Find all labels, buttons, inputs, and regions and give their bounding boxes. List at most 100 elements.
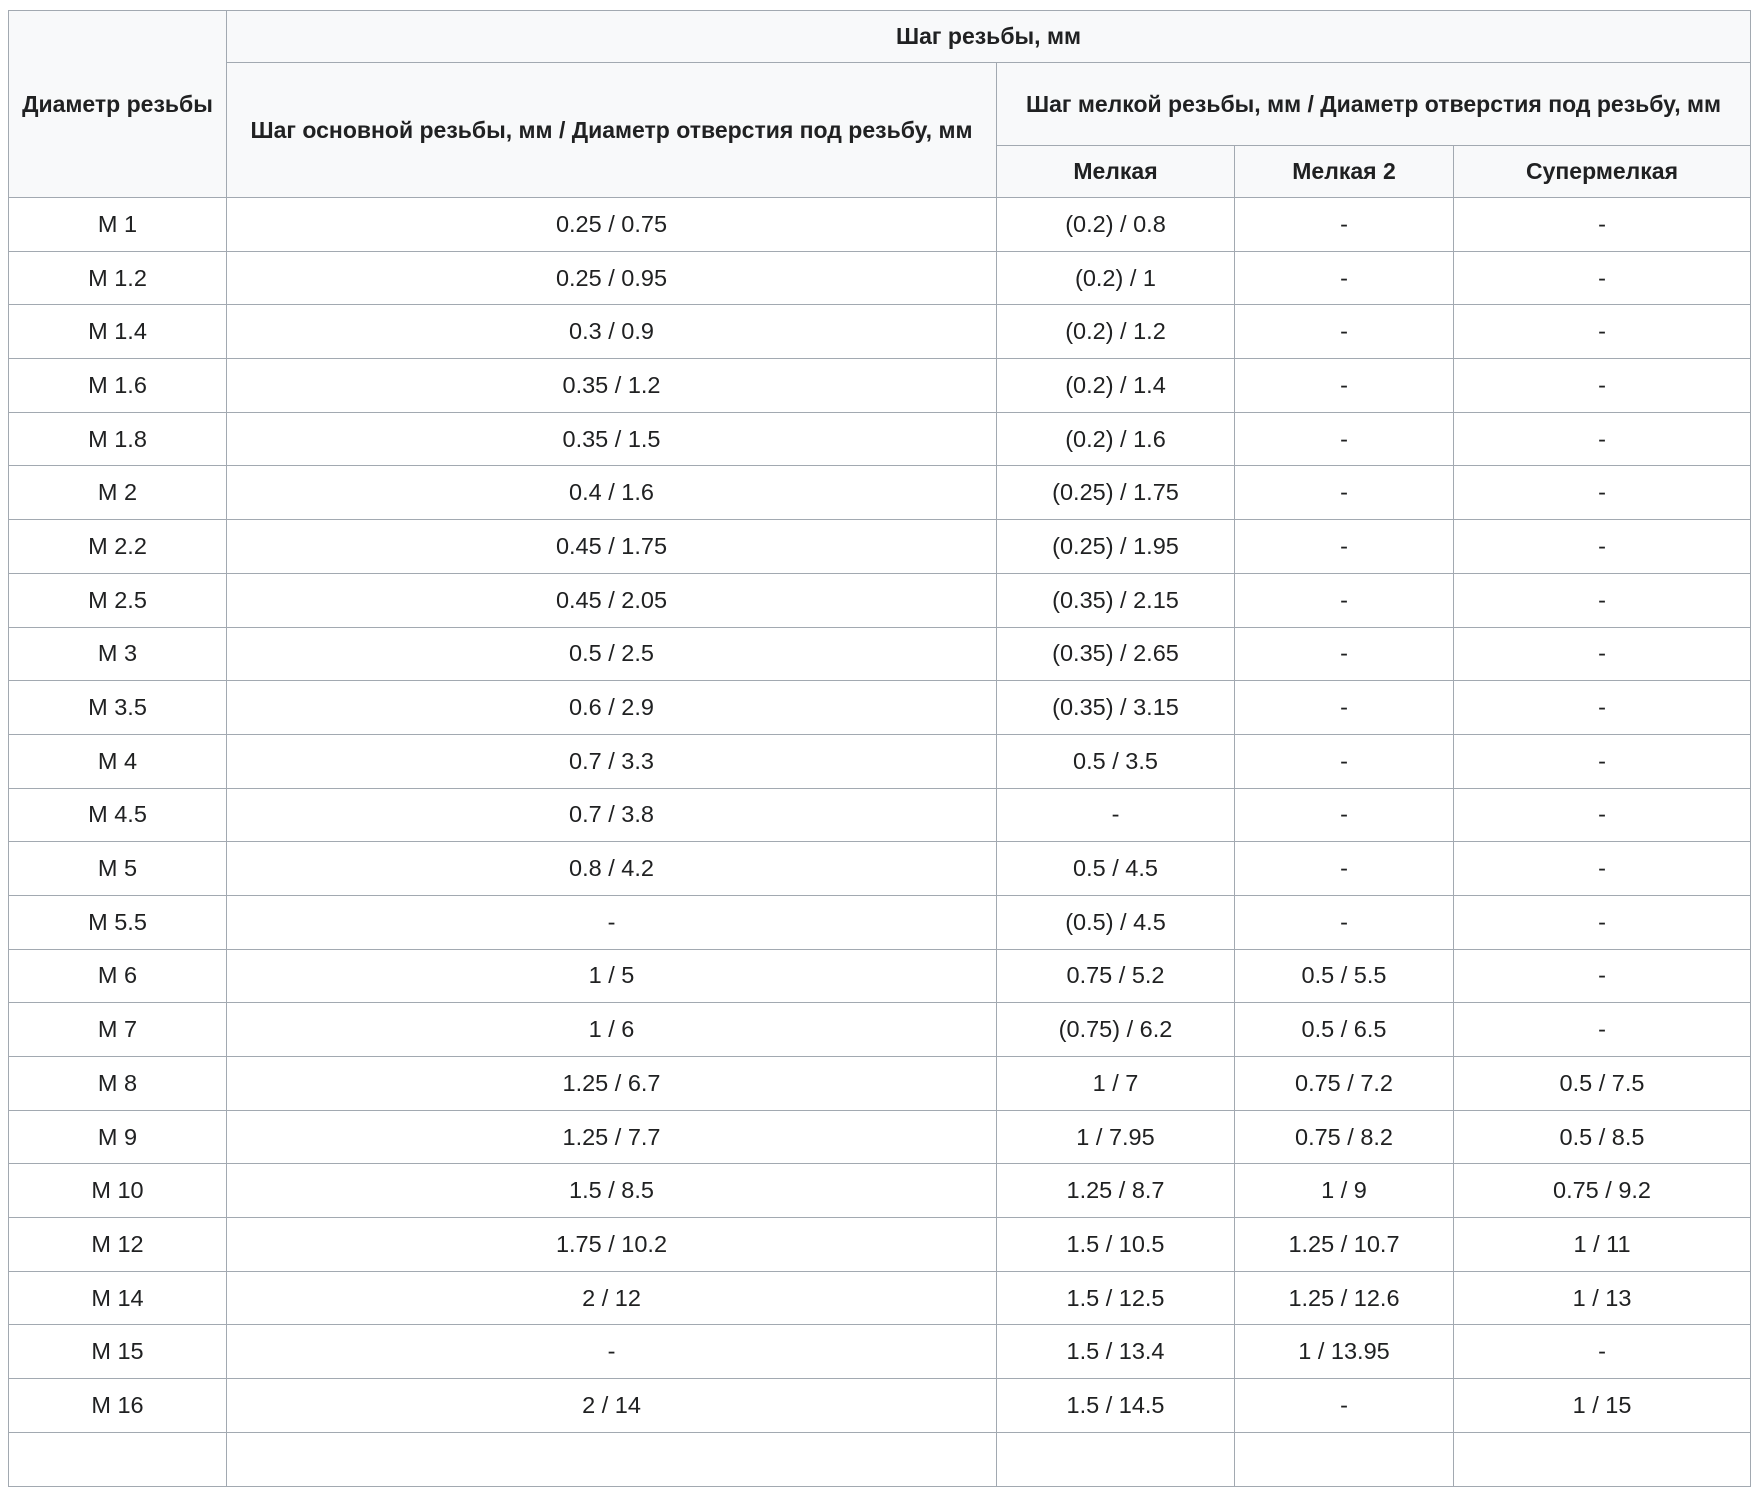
cell-fine-1: 1.5 / 12.5 bbox=[996, 1270, 1235, 1326]
cell-fine-2: - bbox=[1234, 894, 1454, 950]
cell-fine-2: - bbox=[1234, 787, 1454, 843]
cell-coarse: 1 / 5 bbox=[226, 948, 997, 1004]
table-header: Диаметр резьбы Шаг резьбы, мм Шаг основн… bbox=[8, 10, 1752, 198]
cell-fine-1: - bbox=[996, 787, 1235, 843]
header-coarse-pitch: Шаг основной резьбы, мм / Диаметр отверс… bbox=[226, 62, 997, 198]
cell-coarse: 0.25 / 0.95 bbox=[226, 250, 997, 306]
cell-coarse bbox=[226, 1431, 997, 1487]
cell-diameter: М 1 bbox=[8, 197, 227, 252]
cell-fine-1: 1.5 / 13.4 bbox=[996, 1324, 1235, 1380]
cell-diameter: М 8 bbox=[8, 1056, 227, 1111]
table-body: М 1 0.25 / 0.75 (0.2) / 0.8- - М 1.2 0.25 / 0… bbox=[8, 197, 1752, 1487]
table-row: М 16 2 / 14 1.5 / 14.5-1 / 15 bbox=[8, 1378, 1752, 1433]
cell-superfine: 1 / 13 bbox=[1452, 1270, 1752, 1326]
table-row: М 2 0.4 / 1.6 (0.25) / 1.75- - bbox=[8, 465, 1752, 521]
table-row: М 3 0.5 / 2.5 (0.35) / 2.65- - bbox=[8, 626, 1752, 682]
cell-fine-1: (0.5) / 4.5 bbox=[996, 894, 1235, 950]
table-row: М 3.5 0.6 / 2.9 (0.35) / 3.15- - bbox=[8, 680, 1752, 735]
header-fine-pitch: Шаг мелкой резьбы, мм / Диаметр отверсти… bbox=[995, 62, 1752, 146]
cell-diameter: М 5.5 bbox=[8, 894, 227, 950]
cell-superfine: - bbox=[1452, 411, 1752, 467]
cell-coarse: - bbox=[226, 1324, 997, 1380]
cell-coarse: 0.8 / 4.2 bbox=[226, 841, 997, 896]
cell-fine-1: (0.75) / 6.2 bbox=[996, 1002, 1235, 1057]
table-row: М 1.4 0.3 / 0.9 (0.2) / 1.2- - bbox=[8, 304, 1752, 360]
table-row: М 8 1.25 / 6.7 1 / 7 0.75 / 7.2 0.5 / 7.5 bbox=[8, 1056, 1752, 1111]
cell-fine-1: 0.5 / 3.5 bbox=[996, 733, 1235, 789]
cell-diameter: М 2.2 bbox=[8, 519, 227, 574]
cell-superfine: 0.5 / 7.5 bbox=[1452, 1056, 1752, 1111]
cell-diameter: М 15 bbox=[8, 1324, 227, 1380]
cell-fine-1: 1.5 / 10.5 bbox=[996, 1217, 1235, 1272]
cell-fine-2: - bbox=[1234, 733, 1454, 789]
cell-diameter: М 1.8 bbox=[8, 411, 227, 467]
cell-diameter: М 10 bbox=[8, 1163, 227, 1219]
cell-fine-1: (0.35) / 3.15 bbox=[996, 680, 1235, 735]
cell-fine-1: (0.35) / 2.15 bbox=[996, 572, 1235, 628]
table-row: М 1 0.25 / 0.75 (0.2) / 0.8- - bbox=[8, 197, 1752, 252]
cell-diameter: М 4 bbox=[8, 733, 227, 789]
cell-coarse: 0.3 / 0.9 bbox=[226, 304, 997, 360]
header-diameter: Диаметр резьбы bbox=[8, 10, 227, 198]
cell-coarse: 1.75 / 10.2 bbox=[226, 1217, 997, 1272]
cell-diameter bbox=[8, 1431, 227, 1487]
cell-diameter: М 1.4 bbox=[8, 304, 227, 360]
cell-diameter: М 12 bbox=[8, 1217, 227, 1272]
cell-coarse: 1.25 / 7.7 bbox=[226, 1109, 997, 1165]
header-row-1: Диаметр резьбы Шаг резьбы, мм bbox=[8, 10, 1752, 198]
cell-superfine: - bbox=[1452, 894, 1752, 950]
cell-superfine: 1 / 15 bbox=[1452, 1378, 1752, 1433]
cell-fine-1: (0.2) / 1.2 bbox=[996, 304, 1235, 360]
cell-diameter: М 2.5 bbox=[8, 572, 227, 628]
cell-superfine: - bbox=[1452, 250, 1752, 306]
cell-diameter: М 3.5 bbox=[8, 680, 227, 735]
cell-fine-1: (0.2) / 1 bbox=[996, 250, 1235, 306]
table-row: М 2.2 0.45 / 1.75 (0.25) / 1.95- - bbox=[8, 519, 1752, 574]
cell-fine-1: 0.75 / 5.2 bbox=[996, 948, 1235, 1004]
table-row: М 9 1.25 / 7.7 1 / 7.95 0.75 / 8.2 0.5 / 8.5 bbox=[8, 1109, 1752, 1165]
cell-fine-2: 0.5 / 5.5 bbox=[1234, 948, 1454, 1004]
cell-superfine: - bbox=[1452, 948, 1752, 1004]
cell-diameter: М 4.5 bbox=[8, 787, 227, 843]
cell-superfine: - bbox=[1452, 626, 1752, 682]
cell-superfine: - bbox=[1452, 787, 1752, 843]
cell-superfine: - bbox=[1452, 1324, 1752, 1380]
cell-fine-1: 0.5 / 4.5 bbox=[996, 841, 1235, 896]
table-row: М 5.5- (0.5) / 4.5- - bbox=[8, 894, 1752, 950]
cell-fine-2 bbox=[1234, 1431, 1454, 1487]
cell-fine-1: 1.25 / 8.7 bbox=[996, 1163, 1235, 1219]
cell-coarse: 0.45 / 2.05 bbox=[226, 572, 997, 628]
thread-table-container: Диаметр резьбы Шаг резьбы, мм Шаг основн… bbox=[8, 10, 1752, 1487]
cell-fine-2: 0.5 / 6.5 bbox=[1234, 1002, 1454, 1057]
cell-superfine: - bbox=[1452, 572, 1752, 628]
cell-fine-2: - bbox=[1234, 626, 1454, 682]
cell-fine-2: 1 / 9 bbox=[1234, 1163, 1454, 1219]
cell-superfine: - bbox=[1452, 197, 1752, 252]
cell-fine-1: 1.5 / 14.5 bbox=[996, 1378, 1235, 1433]
table-row: М 14 2 / 12 1.5 / 12.5 1.25 / 12.6 1 / 13 bbox=[8, 1270, 1752, 1326]
table-row: М 2.5 0.45 / 2.05 (0.35) / 2.15- - bbox=[8, 572, 1752, 628]
header-fine-2: Мелкая 2 bbox=[1234, 145, 1454, 198]
cell-fine-1: (0.2) / 1.6 bbox=[996, 411, 1235, 467]
cell-diameter: М 7 bbox=[8, 1002, 227, 1057]
cell-superfine: - bbox=[1452, 465, 1752, 521]
cell-fine-2: - bbox=[1234, 411, 1454, 467]
table-row bbox=[8, 1431, 1752, 1487]
header-pitch: Шаг резьбы, мм bbox=[225, 10, 1752, 63]
cell-diameter: М 1.6 bbox=[8, 358, 227, 413]
cell-superfine: - bbox=[1452, 680, 1752, 735]
cell-coarse: 1 / 6 bbox=[226, 1002, 997, 1057]
table-row: М 4 0.7 / 3.3 0.5 / 3.5- - bbox=[8, 733, 1752, 789]
cell-fine-2: 0.75 / 7.2 bbox=[1234, 1056, 1454, 1111]
cell-coarse: 0.7 / 3.3 bbox=[226, 733, 997, 789]
cell-fine-1: 1 / 7 bbox=[996, 1056, 1235, 1111]
table-row: М 5 0.8 / 4.2 0.5 / 4.5- - bbox=[8, 841, 1752, 896]
cell-superfine bbox=[1452, 1431, 1752, 1487]
cell-coarse: 0.7 / 3.8 bbox=[226, 787, 997, 843]
cell-fine-2: - bbox=[1234, 358, 1454, 413]
cell-coarse: 0.6 / 2.9 bbox=[226, 680, 997, 735]
cell-coarse: 0.25 / 0.75 bbox=[226, 197, 997, 252]
cell-superfine: - bbox=[1452, 841, 1752, 896]
cell-fine-2: 1 / 13.95 bbox=[1234, 1324, 1454, 1380]
table-row: М 61 / 5 0.75 / 5.2 0.5 / 5.5- bbox=[8, 948, 1752, 1004]
